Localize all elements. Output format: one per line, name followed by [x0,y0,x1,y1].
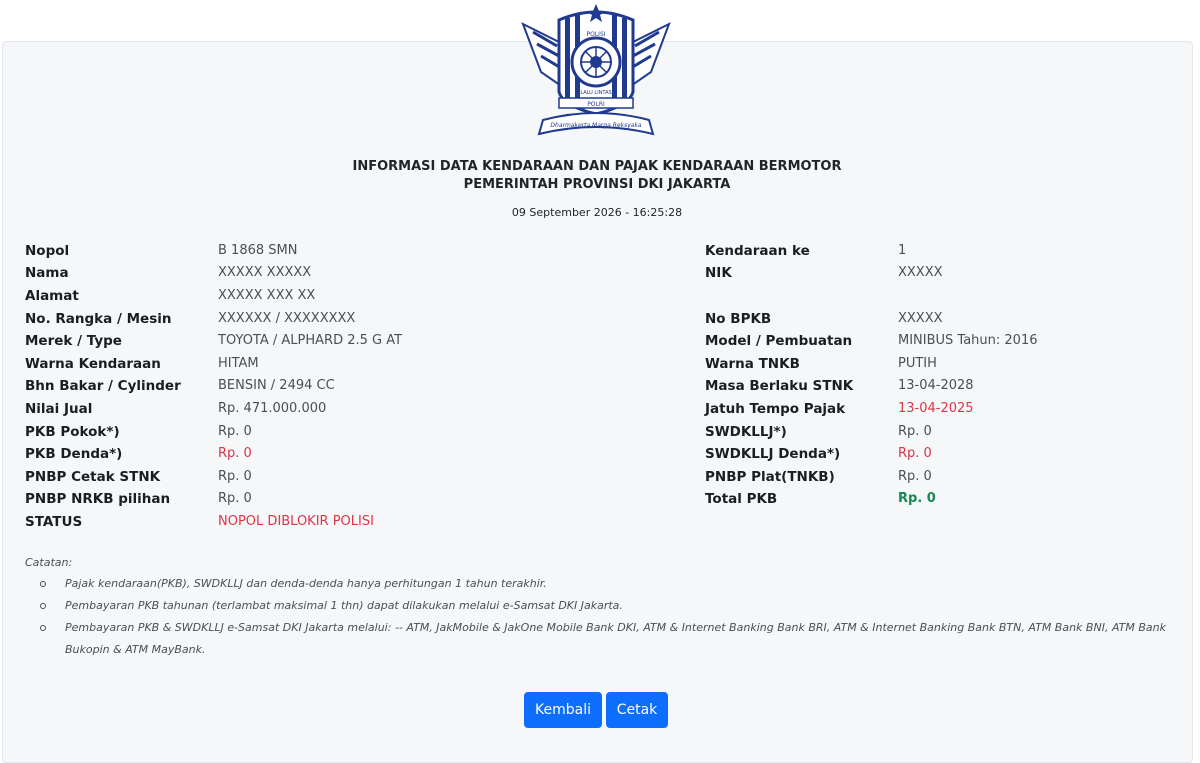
label-no-bpkb: No BPKB [705,311,772,327]
value-pnbp-nrkb: Rp. 0 [218,491,252,506]
status-badge: NOPOL DIBLOKIR POLISI [218,514,374,529]
label-pnbp-nrkb: PNBP NRKB pilihan [25,491,171,507]
label-pkb-denda: PKB Denda*) [25,446,123,462]
note-item: Pembayaran PKB & SWDKLLJ e-Samsat DKI Ja… [40,617,1170,661]
label-pnbp-plat: PNBP Plat(TNKB) [705,469,835,485]
svg-text:POLRI: POLRI [587,101,605,108]
print-button[interactable]: Cetak [606,692,668,728]
value-no-bpkb: XXXXX [898,311,943,326]
note-item: Pajak kendaraan(PKB), SWDKLLJ dan denda-… [40,573,1170,595]
value-swdkllj-denda: Rp. 0 [898,446,932,461]
label-swdkllj-denda: SWDKLLJ Denda*) [705,446,841,462]
page-subtitle: PEMERINTAH PROVINSI DKI JAKARTA [463,177,731,192]
label-merek-type: Merek / Type [25,333,122,349]
svg-text:LALU LINTAS: LALU LINTAS [580,90,611,96]
label-warna: Warna Kendaraan [25,356,161,372]
value-pnbp-cetak-stnk: Rp. 0 [218,469,252,484]
label-kendaraan-ke: Kendaraan ke [705,243,810,259]
label-rangka-mesin: No. Rangka / Mesin [25,311,172,327]
label-nik: NIK [705,265,732,281]
value-alamat: XXXXX XXX XX [218,288,316,303]
timestamp: 09 September 2026 - 16:25:28 [511,206,683,219]
label-swdkllj: SWDKLLJ*) [705,424,787,440]
label-alamat: Alamat [25,288,79,304]
value-jatuh-tempo: 13-04-2025 [898,401,974,416]
value-pkb-denda: Rp. 0 [218,446,252,461]
police-traffic-emblem-icon: POLISI LALU LINTAS POLRI Dharmakerta Mar… [521,4,671,136]
label-warna-tnkb: Warna TNKB [705,356,800,372]
label-bahan-bakar: Bhn Bakar / Cylinder [25,378,181,394]
label-pkb-pokok: PKB Pokok*) [25,424,120,440]
label-nopol: Nopol [25,243,70,259]
back-button[interactable]: Kembali [524,692,602,728]
value-nilai-jual: Rp. 471.000.000 [218,401,327,416]
value-pnbp-plat: Rp. 0 [898,469,932,484]
value-masa-berlaku: 13-04-2028 [898,378,974,393]
svg-text:Dharmakerta Marga Reksyaka: Dharmakerta Marga Reksyaka [550,122,642,129]
note-item: Pembayaran PKB tahunan (terlambat maksim… [40,595,1170,617]
value-total-pkb: Rp. 0 [898,491,936,506]
label-model: Model / Pembuatan [705,333,853,349]
value-nopol: B 1868 SMN [218,243,298,258]
value-model: MINIBUS Tahun: 2016 [898,333,1038,348]
notes-list: Pajak kendaraan(PKB), SWDKLLJ dan denda-… [40,573,1170,661]
label-pnbp-cetak-stnk: PNBP Cetak STNK [25,469,161,485]
value-warna: HITAM [218,356,259,371]
value-kendaraan-ke: 1 [898,243,907,258]
label-status: STATUS [25,514,83,530]
value-nama: XXXXX XXXXX [218,265,312,280]
label-nama: Nama [25,265,69,281]
value-rangka-mesin: XXXXXX / XXXXXXXX [218,311,356,326]
value-pkb-pokok: Rp. 0 [218,424,252,439]
value-merek-type: TOYOTA / ALPHARD 2.5 G AT [218,333,403,348]
label-total-pkb: Total PKB [705,491,778,507]
label-nilai-jual: Nilai Jual [25,401,93,417]
value-warna-tnkb: PUTIH [898,356,937,371]
value-swdkllj: Rp. 0 [898,424,932,439]
svg-text:POLISI: POLISI [586,31,605,38]
page-title: INFORMASI DATA KENDARAAN DAN PAJAK KENDA… [352,159,842,174]
value-bahan-bakar: BENSIN / 2494 CC [218,378,335,393]
label-masa-berlaku: Masa Berlaku STNK [705,378,854,394]
value-nik: XXXXX [898,265,943,280]
label-jatuh-tempo: Jatuh Tempo Pajak [705,401,846,417]
notes-title: Catatan: [25,556,73,569]
